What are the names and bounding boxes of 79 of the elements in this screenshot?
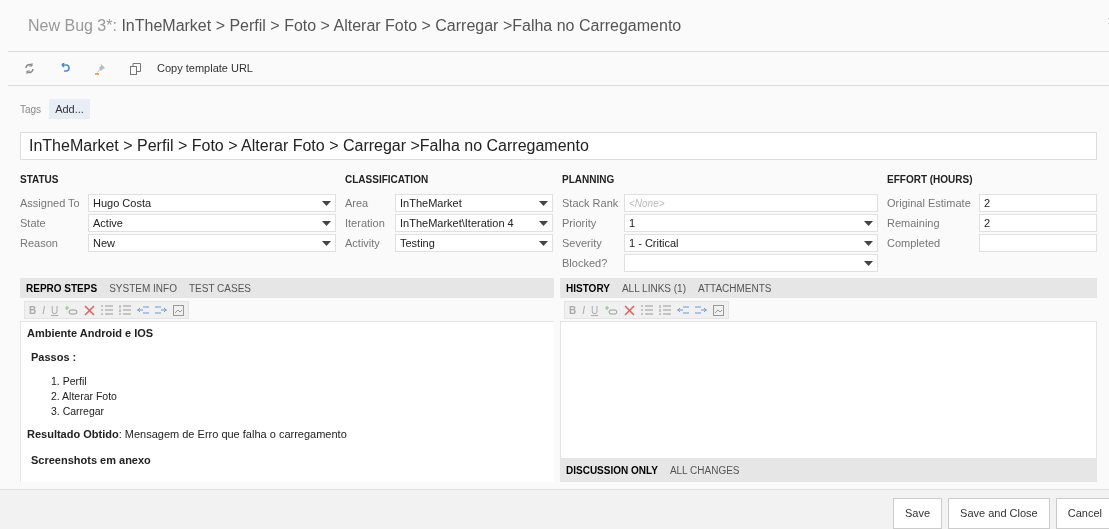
tab[interactable]: REPRO STEPS <box>26 280 98 296</box>
step-item: 2. Alterar Foto <box>51 389 118 404</box>
image-icon[interactable] <box>173 304 185 316</box>
numbered-list-icon[interactable] <box>119 305 132 315</box>
bold-line: Ambiente Android e IOS <box>27 326 154 340</box>
outdent-icon[interactable] <box>137 305 150 315</box>
footer-button[interactable]: Save and Close <box>948 498 1050 529</box>
footer-button[interactable]: Save <box>893 498 943 529</box>
field-label: Priority <box>562 215 598 231</box>
field-label: Activity <box>345 235 381 251</box>
filter-tab[interactable]: ALL CHANGES <box>669 463 740 478</box>
indent-icon[interactable] <box>695 305 708 315</box>
bold-line: Screenshots em anexo <box>30 453 151 467</box>
dropdown-caret-icon <box>322 200 331 206</box>
dropdown-caret-icon <box>322 220 331 226</box>
dropdown-field[interactable]: 1 - Critical <box>624 234 878 252</box>
dropdown-caret-icon <box>539 200 548 206</box>
tags-label: Tags <box>20 102 42 117</box>
image-icon[interactable] <box>713 304 725 316</box>
input-field[interactable] <box>979 234 1097 252</box>
dropdown-caret-icon <box>539 220 548 226</box>
section-heading: PLANNING <box>562 173 616 187</box>
copy-template-url-button[interactable]: Copy template URL <box>157 60 253 77</box>
delete-icon[interactable] <box>84 304 96 316</box>
field-label: Severity <box>562 235 603 251</box>
step-item: 1. Perfil <box>51 374 88 389</box>
field-label: Area <box>345 195 370 211</box>
field-label: Reason <box>20 235 59 251</box>
section-heading: EFFORT (HOURS) <box>887 173 974 187</box>
field-label: Completed <box>887 235 942 251</box>
field-label: Blocked? <box>562 255 609 271</box>
tab[interactable]: TEST CASES <box>188 280 251 296</box>
footer-button[interactable]: Cancel <box>1055 498 1109 529</box>
undo-icon[interactable] <box>59 62 70 75</box>
dropdown-field[interactable]: InTheMarket <box>395 194 553 212</box>
bulleted-list-icon[interactable] <box>641 305 654 315</box>
input-field[interactable]: 2 <box>979 214 1097 232</box>
tab[interactable]: HISTORY <box>566 280 610 296</box>
dropdown-caret-icon <box>864 220 873 226</box>
dropdown-field[interactable]: Hugo Costa <box>88 194 336 212</box>
window-title: New Bug 3*: InTheMarket > Perfil > Foto > Alterar Foto > Carregar >Falha no Carregamento <box>28 15 682 36</box>
field-label: Remaining <box>887 215 941 231</box>
dropdown-caret-icon <box>539 240 548 246</box>
tab[interactable]: ATTACHMENTS <box>698 280 772 296</box>
insert-link-icon[interactable] <box>604 305 619 315</box>
input-field[interactable]: 2 <box>979 194 1097 212</box>
bulleted-list-icon[interactable] <box>101 305 114 315</box>
dropdown-caret-icon <box>322 240 331 246</box>
dropdown-field[interactable]: New <box>88 234 336 252</box>
dropdown-caret-icon <box>864 260 873 266</box>
dropdown-field[interactable]: 1 <box>624 214 878 232</box>
tab[interactable]: SYSTEM INFO <box>109 280 177 296</box>
indent-icon[interactable] <box>155 305 168 315</box>
tab[interactable]: ALL LINKS (1) <box>621 280 686 296</box>
repro-steps-editor[interactable]: Ambiente Android e IOS Passos : 1. Perfil 2. Alterar Foto 3. Carregar Resultado Obtido: Mensagem de Erro que falha o carregamento Screenshots em anexo <box>20 321 554 482</box>
dropdown-field[interactable]: InTheMarket\Iteration 4 <box>395 214 553 232</box>
step-item: 3. Carregar <box>51 404 106 419</box>
dropdown-field[interactable] <box>624 254 878 272</box>
section-heading: CLASSIFICATION <box>345 173 430 187</box>
numbered-list-icon[interactable] <box>659 305 672 315</box>
insert-link-icon[interactable] <box>64 305 79 315</box>
dropdown-caret-icon <box>864 240 873 246</box>
field-label: Iteration <box>345 215 386 231</box>
field-label: Stack Rank <box>562 195 620 211</box>
delete-icon[interactable] <box>624 304 636 316</box>
field-label: Original Estimate <box>887 195 972 211</box>
add-tag-button[interactable]: Add... <box>49 98 90 120</box>
filter-tab[interactable]: DISCUSSION ONLY <box>566 463 658 478</box>
copy-icon[interactable] <box>130 62 141 75</box>
field-label: State <box>20 215 47 231</box>
dropdown-field[interactable]: Active <box>88 214 336 232</box>
bold-line: Passos : <box>30 350 77 364</box>
section-heading: STATUS <box>20 173 60 187</box>
result-paragraph: Resultado Obtido: Mensagem de Erro que falha o carregamento <box>27 427 347 441</box>
outdent-icon[interactable] <box>677 305 690 315</box>
dropdown-field[interactable]: Testing <box>395 234 553 252</box>
refresh-icon[interactable] <box>24 63 35 74</box>
field-label: Assigned To <box>20 195 81 211</box>
pin-icon[interactable] <box>94 62 106 75</box>
